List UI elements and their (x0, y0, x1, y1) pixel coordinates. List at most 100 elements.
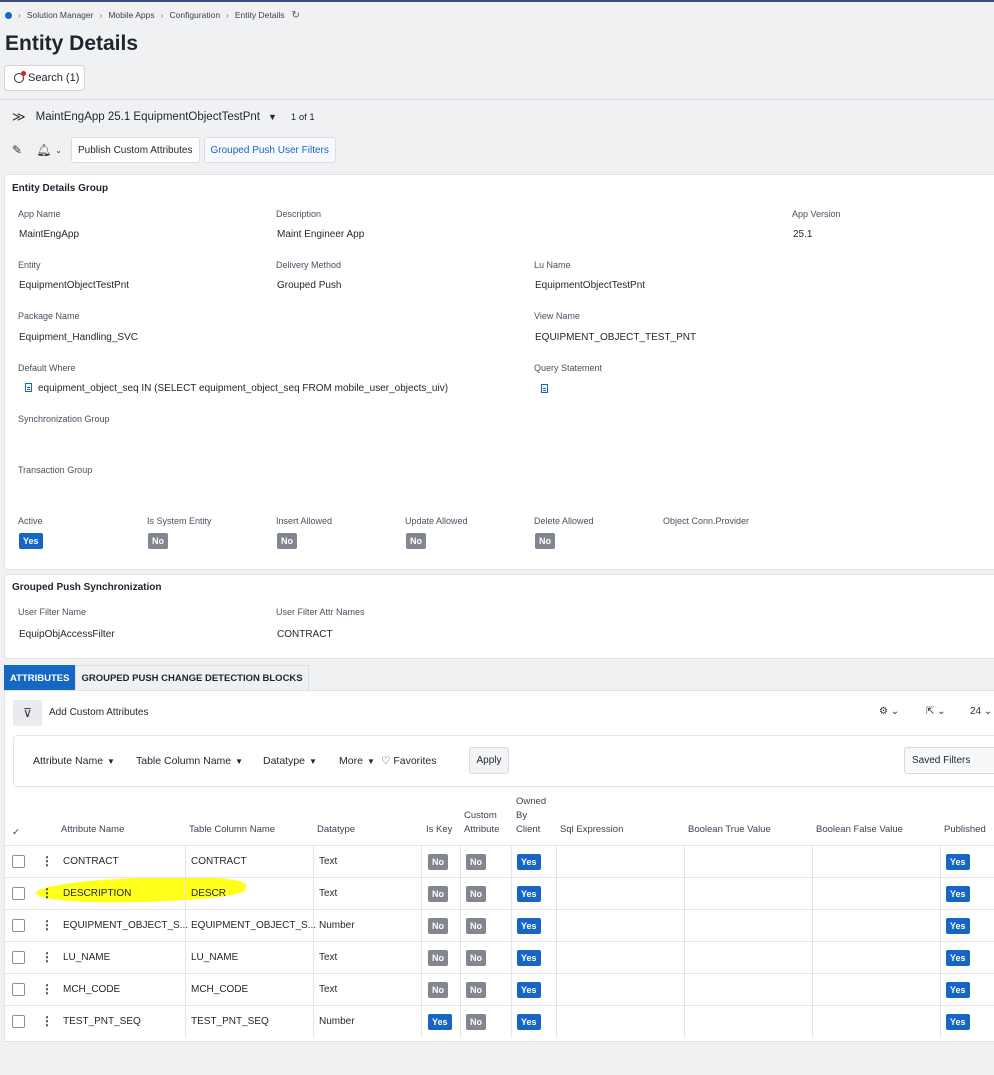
row-menu-icon[interactable]: ⋮ (41, 886, 53, 900)
published-badge: Yes (946, 950, 970, 966)
chevron-right-icon: › (99, 10, 103, 20)
row-checkbox[interactable] (12, 919, 25, 932)
active-badge: Yes (19, 533, 43, 549)
caret-down-icon[interactable]: ▼ (268, 112, 277, 122)
top-accent-line (0, 0, 994, 2)
search-button[interactable]: Search (1) (4, 65, 85, 91)
default-where-value[interactable]: equipment_object_seq IN (SELECT equipmen… (25, 383, 448, 394)
column-divider (313, 846, 314, 878)
table-column-name-cell: TEST_PNT_SEQ (191, 1016, 269, 1027)
field-label: Delivery Method (276, 260, 342, 270)
column-divider (556, 942, 557, 974)
page-size-select[interactable]: 24 ⌄ (970, 706, 992, 717)
column-divider (684, 974, 685, 1006)
table-row[interactable]: ⋮ CONTRACT CONTRACT Text No No Yes Yes (4, 845, 994, 878)
panel-title: Entity Details Group (12, 183, 109, 194)
column-header-boolean-false[interactable]: Boolean False Value (816, 823, 903, 837)
publish-custom-attributes-button[interactable]: Publish Custom Attributes (71, 137, 200, 163)
is-system-entity-badge: No (148, 533, 168, 549)
custom-attribute-badge: No (466, 918, 486, 934)
filter-attribute-name[interactable]: Attribute Name ▼ (33, 755, 115, 767)
query-statement-value[interactable] (541, 384, 554, 395)
datatype-cell: Text (319, 984, 338, 995)
field-label: Object Conn.Provider (663, 516, 750, 526)
row-checkbox[interactable] (12, 951, 25, 964)
column-divider (460, 974, 461, 1006)
column-header-attribute-name[interactable]: Attribute Name (61, 823, 124, 837)
row-menu-icon[interactable]: ⋮ (41, 1014, 53, 1028)
table-row[interactable]: ⋮ LU_NAME LU_NAME Text No No Yes Yes (4, 941, 994, 974)
custom-attribute-badge: No (466, 1014, 486, 1030)
row-checkbox[interactable] (12, 1015, 25, 1028)
row-menu-icon[interactable]: ⋮ (41, 854, 53, 868)
search-label: Search (1) (28, 72, 80, 84)
delete-allowed-badge: No (535, 533, 555, 549)
home-icon[interactable] (5, 11, 12, 19)
table-column-name-cell: LU_NAME (191, 952, 239, 963)
expand-panel-icon[interactable]: ≫ (12, 109, 26, 125)
row-menu-icon[interactable]: ⋮ (41, 982, 53, 996)
table-column-name-cell: DESCR (191, 888, 227, 899)
column-header-is-key[interactable]: Is Key (426, 823, 452, 837)
settings-gear-icon[interactable]: ⚙︎ ⌄ (879, 706, 899, 717)
caret-down-icon: ▼ (366, 757, 375, 766)
column-header-table-column-name[interactable]: Table Column Name (189, 823, 275, 837)
column-divider (185, 878, 186, 910)
breadcrumb-item[interactable]: Solution Manager (27, 10, 94, 20)
row-checkbox[interactable] (12, 983, 25, 996)
favorites-button[interactable]: ♡ Favorites (381, 755, 437, 767)
view-name-value: EQUIPMENT_OBJECT_TEST_PNT (535, 332, 697, 343)
apply-button[interactable]: Apply (469, 747, 509, 774)
column-header-custom-attribute[interactable]: Custom Attribute (464, 809, 499, 837)
export-icon[interactable]: ⇱ ⌄ (926, 706, 946, 717)
column-divider (812, 878, 813, 910)
panel-title: Grouped Push Synchronization (12, 582, 162, 593)
row-checkbox[interactable] (12, 887, 25, 900)
column-header-owned-by-client[interactable]: Owned By Client (516, 795, 546, 837)
add-custom-attributes-button[interactable]: Add Custom Attributes (49, 707, 149, 718)
document-icon (541, 384, 548, 393)
row-menu-icon[interactable]: ⋮ (41, 918, 53, 932)
breadcrumb-item[interactable]: Mobile Apps (108, 10, 154, 20)
description-value: Maint Engineer App (277, 229, 365, 240)
column-header-published[interactable]: Published (944, 823, 986, 837)
filter-datatype[interactable]: Datatype ▼ (263, 755, 317, 767)
column-divider (421, 1006, 422, 1038)
delivery-method-value: Grouped Push (277, 280, 342, 291)
column-divider (556, 846, 557, 878)
row-menu-icon[interactable]: ⋮ (41, 950, 53, 964)
column-divider (556, 910, 557, 942)
chevron-down-icon[interactable]: ⌄ (55, 146, 62, 155)
column-header-datatype[interactable]: Datatype (317, 823, 355, 837)
is-key-badge: No (428, 918, 448, 934)
tab-attributes[interactable]: ATTRIBUTES (4, 665, 76, 691)
column-divider (460, 1006, 461, 1038)
column-header-sql-expression[interactable]: Sql Expression (560, 823, 623, 837)
table-row[interactable]: ⋮ EQUIPMENT_OBJECT_S... EQUIPMENT_OBJECT_S… (4, 909, 994, 942)
column-divider (313, 974, 314, 1006)
bell-icon[interactable]: 🔔︎ (36, 143, 51, 157)
filter-table-column-name[interactable]: Table Column Name ▼ (136, 755, 243, 767)
table-row[interactable]: ⋮ MCH_CODE MCH_CODE Text No No Yes Yes (4, 973, 994, 1006)
owned-by-client-badge: Yes (517, 886, 541, 902)
column-divider (421, 846, 422, 878)
table-row[interactable]: ⋮ DESCRIPTION DESCR Text No No Yes Yes (4, 877, 994, 910)
filter-more[interactable]: More ▼ (339, 755, 375, 767)
column-divider (185, 974, 186, 1006)
row-checkbox[interactable] (12, 855, 25, 868)
breadcrumb-item[interactable]: Configuration (169, 10, 220, 20)
filter-icon[interactable]: ⊽ (13, 700, 42, 726)
field-label: User Filter Name (18, 607, 87, 617)
table-row[interactable]: ⋮ TEST_PNT_SEQ TEST_PNT_SEQ Number Yes No Yes Y… (4, 1005, 994, 1038)
attribute-name-cell: MCH_CODE (63, 984, 121, 995)
edit-icon[interactable]: ✎ (12, 143, 22, 157)
saved-filters-select[interactable]: Saved Filters (904, 747, 994, 774)
insert-allowed-badge: No (277, 533, 297, 549)
column-header-boolean-true[interactable]: Boolean True Value (688, 823, 771, 837)
refresh-icon[interactable]: ↻ (292, 10, 300, 21)
column-divider (511, 878, 512, 910)
grouped-push-user-filters-button[interactable]: Grouped Push User Filters (203, 137, 336, 163)
tab-change-detection-blocks[interactable]: GROUPED PUSH CHANGE DETECTION BLOCKS (75, 665, 309, 691)
caret-down-icon: ▼ (235, 757, 244, 766)
select-all-checkmark-icon[interactable]: ✓ (12, 826, 20, 840)
